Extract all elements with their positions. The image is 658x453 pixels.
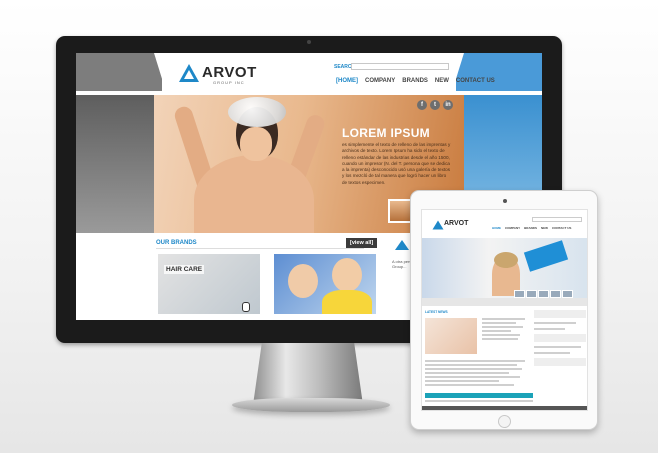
nav-brands[interactable]: BRANDS: [402, 78, 428, 84]
text-line: [482, 318, 526, 320]
text-line: [425, 376, 520, 378]
brand-card-image: [288, 264, 318, 298]
brand-card-image: [322, 290, 372, 314]
logo-subtitle: GROUP INC: [213, 80, 245, 85]
hero-image-face: [240, 127, 272, 161]
monitor-base: [232, 398, 390, 412]
tablet-article-image[interactable]: [425, 318, 477, 354]
text-line: [482, 326, 523, 328]
tablet: ARVOT HOME COMPANY BRANDS NEW CONTACT US…: [410, 190, 598, 430]
view-all-button[interactable]: [view all]: [346, 238, 378, 248]
tablet-article-text: [482, 318, 530, 340]
tablet-screen: ARVOT HOME COMPANY BRANDS NEW CONTACT US…: [421, 209, 588, 411]
tablet-hero-image: [494, 252, 518, 268]
tablet-hero-image: [523, 240, 569, 272]
nav-company[interactable]: COMPANY: [365, 78, 395, 84]
tablet-hero-thumbnail[interactable]: [514, 290, 525, 298]
search-input[interactable]: [351, 63, 449, 70]
tablet-hero-thumbnail[interactable]: [562, 290, 573, 298]
monitor-stand: [253, 343, 363, 405]
text-line: [425, 360, 525, 362]
header-left-band: [76, 53, 162, 91]
brand-card-shaving[interactable]: [274, 254, 376, 314]
brand-card-label: HAIR CARE: [164, 265, 205, 274]
hero-left-panel: [76, 95, 154, 233]
hero-image-foam: [228, 97, 286, 127]
tablet-hero-thumbnails: [514, 290, 573, 298]
social-links: f t in: [417, 100, 453, 110]
brands-divider: [156, 248, 364, 249]
tablet-logo-text[interactable]: ARVOT: [444, 220, 468, 227]
text-line: [534, 352, 571, 354]
text-line: [425, 400, 533, 402]
tablet-hero-thumbnail[interactable]: [550, 290, 561, 298]
tablet-teal-bar: [425, 393, 533, 398]
sidebar-block: [534, 358, 586, 366]
logo-icon[interactable]: [178, 63, 200, 83]
sidebar-block: [534, 334, 586, 342]
tablet-nav-company[interactable]: COMPANY: [505, 226, 520, 230]
tablet-divider-bar: [422, 298, 587, 306]
nav-new[interactable]: NEW: [435, 78, 449, 84]
text-line: [425, 384, 515, 386]
sidebar-block: [534, 310, 586, 318]
text-line: [482, 338, 518, 340]
hero-text: es simplemente el texto de relleno de la…: [342, 142, 451, 185]
tablet-footer-text: [425, 400, 533, 402]
tablet-camera: [503, 199, 507, 203]
header: [154, 53, 464, 93]
text-line: [482, 322, 516, 324]
tablet-article-body: [425, 360, 530, 386]
linkedin-icon[interactable]: in: [443, 100, 453, 110]
tablet-home-button[interactable]: [498, 415, 511, 428]
nav-contact[interactable]: CONTACT US: [456, 78, 495, 84]
brand-card-hair-care[interactable]: HAIR CARE: [158, 254, 260, 314]
brands-title: OUR BRANDS: [156, 240, 197, 246]
nav-home[interactable]: [HOME]: [336, 78, 358, 84]
main-nav: [HOME] COMPANY BRANDS NEW CONTACT US: [336, 78, 495, 84]
text-line: [482, 334, 521, 336]
twitter-icon[interactable]: t: [430, 100, 440, 110]
tablet-footer: [422, 406, 587, 410]
header-right-band: [456, 53, 542, 91]
text-line: [425, 380, 499, 382]
tablet-nav: HOME COMPANY BRANDS NEW CONTACT US: [492, 226, 571, 230]
tablet-nav-contact[interactable]: CONTACT US: [552, 226, 571, 230]
tablet-hero-banner: [422, 238, 587, 298]
text-line: [534, 322, 576, 324]
logo-text[interactable]: ARVOT: [202, 64, 257, 81]
text-line: [425, 368, 522, 370]
tablet-logo-icon[interactable]: [432, 220, 444, 230]
tablet-nav-new[interactable]: NEW: [541, 226, 548, 230]
text-line: [534, 346, 581, 348]
monitor-camera: [307, 40, 311, 44]
text-line: [425, 364, 518, 366]
text-line: [534, 328, 566, 330]
text-line: [482, 330, 511, 332]
tablet-search-input[interactable]: [532, 217, 582, 222]
tablet-sidebar: [534, 310, 586, 400]
tablet-hero-thumbnail[interactable]: [526, 290, 537, 298]
brand-card-image: [332, 258, 362, 292]
tablet-hero-thumbnail[interactable]: [538, 290, 549, 298]
hand-cursor-icon: [242, 302, 250, 312]
tablet-nav-home[interactable]: HOME: [492, 226, 501, 230]
text-line: [425, 372, 509, 374]
tablet-nav-brands[interactable]: BRANDS: [524, 226, 537, 230]
tablet-section-title: LATEST NEWS: [425, 310, 448, 314]
facebook-icon[interactable]: f: [417, 100, 427, 110]
hero-title: LOREM IPSUM: [342, 126, 430, 140]
sidebar-logo-icon: [395, 240, 409, 250]
